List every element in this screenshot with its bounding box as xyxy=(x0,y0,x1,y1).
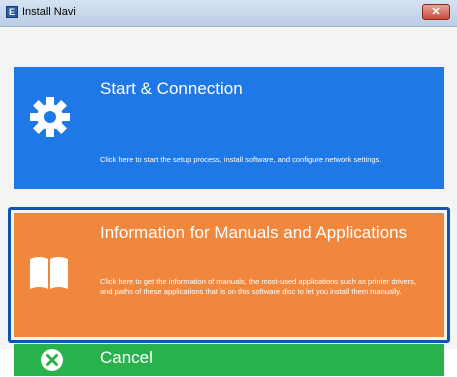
manuals-applications-title: Information for Manuals and Applications xyxy=(100,223,408,242)
start-connection-description: Click here to start the setup process, i… xyxy=(100,155,382,164)
start-connection-title: Start & Connection xyxy=(100,79,243,98)
window-title: Install Navi xyxy=(22,6,76,18)
cancel-title: Cancel xyxy=(100,348,153,367)
window-titlebar: E Install Navi ✕ xyxy=(0,0,457,27)
close-button[interactable]: ✕ xyxy=(422,4,450,20)
start-connection-panel[interactable]: Start & Connection Click here to start t… xyxy=(14,67,444,189)
cancel-icon xyxy=(40,348,64,372)
app-icon: E xyxy=(6,6,18,18)
window-content: Start & Connection Click here to start t… xyxy=(0,27,457,376)
manuals-applications-panel[interactable]: Information for Manuals and Applications… xyxy=(14,213,444,337)
manuals-applications-description: Click here to get the information of man… xyxy=(100,277,416,296)
gear-icon xyxy=(28,95,72,139)
book-icon xyxy=(28,253,70,293)
